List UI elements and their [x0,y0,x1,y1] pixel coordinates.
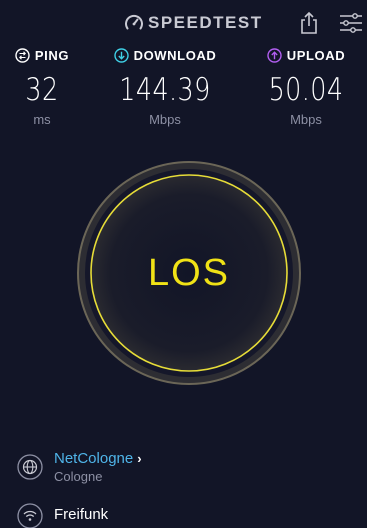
go-button[interactable]: LOS [90,174,288,372]
ping-unit: ms [33,112,51,127]
upload-unit: Mbps [290,112,322,127]
upload-value: 50.04 [268,72,344,108]
isp-row[interactable]: NetCologne › Cologne [0,448,367,492]
isp-info: NetCologne › Cologne [54,450,142,484]
app-header: SPEEDTEST [0,0,367,44]
download-label: DOWNLOAD [133,47,217,63]
download-unit: Mbps [149,112,181,127]
isp-name-link[interactable]: NetCologne › [54,450,142,467]
network-name: Freifunk [54,506,109,523]
speedtest-screen: SPEEDTEST PING 32 ms DOWNLOAD 144.39 Mbp… [0,0,367,528]
upload-arrow-icon [267,47,282,63]
upload-label: UPLOAD [286,47,346,63]
ping-icon [15,47,30,63]
download-arrow-icon [113,47,129,63]
brand-text: SPEEDTEST [148,13,263,32]
brand-logo: SPEEDTEST [124,11,263,35]
go-label: LOS [147,251,231,294]
network-row[interactable]: Freifunk [0,500,367,528]
network-info: Freifunk [54,506,108,523]
globe-icon [17,454,43,480]
isp-name: NetCologne [54,450,134,467]
settings-sliders-icon[interactable] [338,12,364,34]
ping-label: PING [34,47,70,63]
ping-metric: PING 32 ms [0,44,84,134]
download-metric: DOWNLOAD 144.39 Mbps [100,44,230,134]
ping-value: 32 [25,72,59,108]
share-icon[interactable] [298,11,320,35]
speedometer-icon [125,14,143,30]
upload-metric: UPLOAD 50.04 Mbps [250,44,362,134]
download-value: 144.39 [119,72,211,108]
chevron-right-icon: › [137,451,142,466]
isp-location: Cologne [54,469,103,484]
wifi-icon [17,503,43,528]
